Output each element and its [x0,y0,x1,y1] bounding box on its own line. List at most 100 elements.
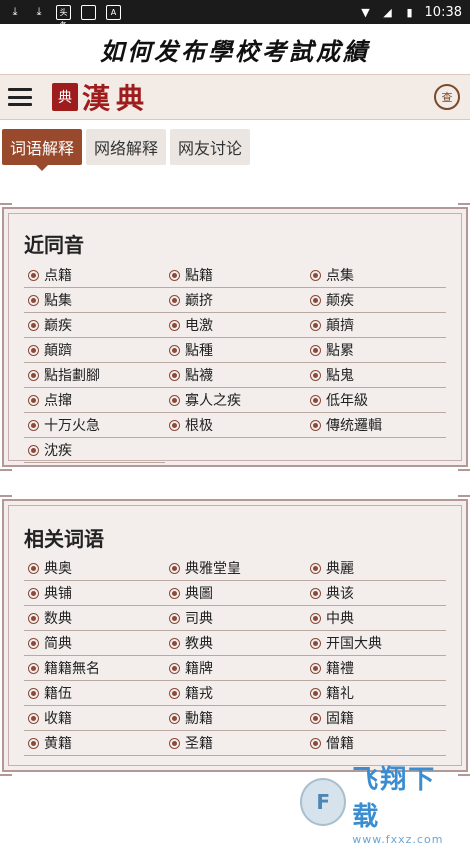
word-link[interactable]: 开国大典 [306,631,446,656]
word-link[interactable]: 点集 [306,263,446,288]
word-link[interactable]: 点籍 [24,263,165,288]
section-title: 相关词语 [24,527,104,551]
bullet-icon [28,294,39,306]
word-link[interactable]: 籍戎 [165,681,306,706]
tab-user-discussion[interactable]: 网友讨论 [170,129,251,165]
word-link[interactable]: 固籍 [306,706,446,731]
a-icon: A [106,4,121,20]
word-link[interactable]: 僧籍 [306,731,446,756]
word-label: 黄籍 [44,736,72,752]
bullet-icon [28,687,39,699]
bullet-icon [169,562,180,574]
bullet-icon [169,369,180,381]
word-label: 巅疾 [44,318,72,334]
word-link[interactable]: 籍伍 [24,681,165,706]
bullet-icon [28,369,39,381]
bullet-icon [169,344,180,356]
word-link[interactable]: 典该 [306,581,446,606]
app-icon: 头条 [56,4,71,30]
bullet-icon [169,587,180,599]
word-link[interactable]: 籍禮 [306,656,446,681]
near-sound-list: 点籍 點籍 点集點集 巅挤 颠疾巅疾 电激 顛擠顛躋 點種 點累點指劃腳 點襪 點鬼点撺 寡人之疾 低年… [24,263,446,463]
word-link[interactable]: 勳籍 [165,706,306,731]
bullet-icon [310,612,321,624]
word-link[interactable]: 點集 [24,288,165,313]
word-link[interactable]: 十万火急 [24,413,165,438]
bullet-icon [169,712,180,724]
tab-bar: 词语解释 网络解释 网友讨论 [0,129,470,171]
word-link[interactable]: 顛躋 [24,338,165,363]
word-link[interactable]: 典雅堂皇 [165,556,306,581]
word-link[interactable]: 巅疾 [24,313,165,338]
word-label: 籍戎 [185,686,213,702]
bullet-icon [28,344,39,356]
tab-word-explanation[interactable]: 词语解释 [2,129,83,171]
word-link[interactable]: 数典 [24,606,165,631]
word-label: 颠疾 [326,293,354,309]
word-label: 傳统邏輯 [326,418,382,434]
word-label: 寡人之疾 [185,393,241,409]
word-link[interactable]: 傳统邏輯 [306,413,446,438]
word-link[interactable]: 中典 [306,606,446,631]
word-label: 点撺 [44,393,72,409]
word-link[interactable]: 典麗 [306,556,446,581]
battery-icon: ▮ [406,5,413,19]
word-link[interactable]: 典奥 [24,556,165,581]
word-link[interactable]: 点撺 [24,388,165,413]
word-link[interactable]: 收籍 [24,706,165,731]
bullet-icon [169,612,180,624]
word-link[interactable]: 點種 [165,338,306,363]
watermark-main: 飞翔下载 [352,764,437,832]
word-label: 开国大典 [326,636,382,652]
word-link[interactable]: 根极 [165,413,306,438]
related-words-list: 典奥 典雅堂皇 典麗典铺 典圖 典该数典 司典 中典简典 教典 开国大典籍籍無名 籍牌 籍禮籍伍 籍戎… [24,556,446,756]
word-label: 沈疾 [44,443,72,459]
word-label: 勳籍 [185,711,213,727]
square-icon [81,4,96,20]
menu-icon[interactable] [8,88,32,106]
word-label: 典铺 [44,586,72,602]
bullet-icon [310,319,321,331]
bullet-icon [28,737,39,749]
word-link[interactable]: 黄籍 [24,731,165,756]
word-link[interactable]: 點指劃腳 [24,363,165,388]
watermark-icon: F [300,778,347,826]
bullet-icon [310,294,321,306]
word-link[interactable]: 籍籍無名 [24,656,165,681]
word-link[interactable]: 典铺 [24,581,165,606]
word-link[interactable]: 颠疾 [306,288,446,313]
word-link[interactable]: 點籍 [165,263,306,288]
bullet-icon [28,394,39,406]
word-link[interactable]: 點累 [306,338,446,363]
download-icon: ⤓ [36,5,42,18]
word-link[interactable]: 籍礼 [306,681,446,706]
bullet-icon [310,394,321,406]
word-link[interactable]: 點鬼 [306,363,446,388]
word-link[interactable]: 點襪 [165,363,306,388]
bullet-icon [310,562,321,574]
word-link[interactable]: 低年級 [306,388,446,413]
word-link[interactable]: 巅挤 [165,288,306,313]
word-label: 籍礼 [326,686,354,702]
logo[interactable]: 典 漢典 [52,77,150,117]
word-link[interactable]: 司典 [165,606,306,631]
word-link[interactable]: 教典 [165,631,306,656]
bullet-icon [28,612,39,624]
bullet-icon [169,687,180,699]
word-link[interactable]: 顛擠 [306,313,446,338]
wifi-icon: ▼ [361,5,370,19]
search-icon[interactable]: 查 [434,84,460,110]
word-link[interactable]: 典圖 [165,581,306,606]
tab-web-explanation[interactable]: 网络解释 [86,129,167,165]
word-link[interactable]: 电激 [165,313,306,338]
navbar: 典 漢典 查 [0,74,470,120]
word-label: 点籍 [44,268,72,284]
bullet-icon [169,662,180,674]
word-link[interactable]: 简典 [24,631,165,656]
word-link[interactable]: 籍牌 [165,656,306,681]
word-label: 點鬼 [326,368,354,384]
word-link[interactable]: 圣籍 [165,731,306,756]
word-link[interactable]: 沈疾 [24,438,165,463]
word-label: 固籍 [326,711,354,727]
word-link[interactable]: 寡人之疾 [165,388,306,413]
